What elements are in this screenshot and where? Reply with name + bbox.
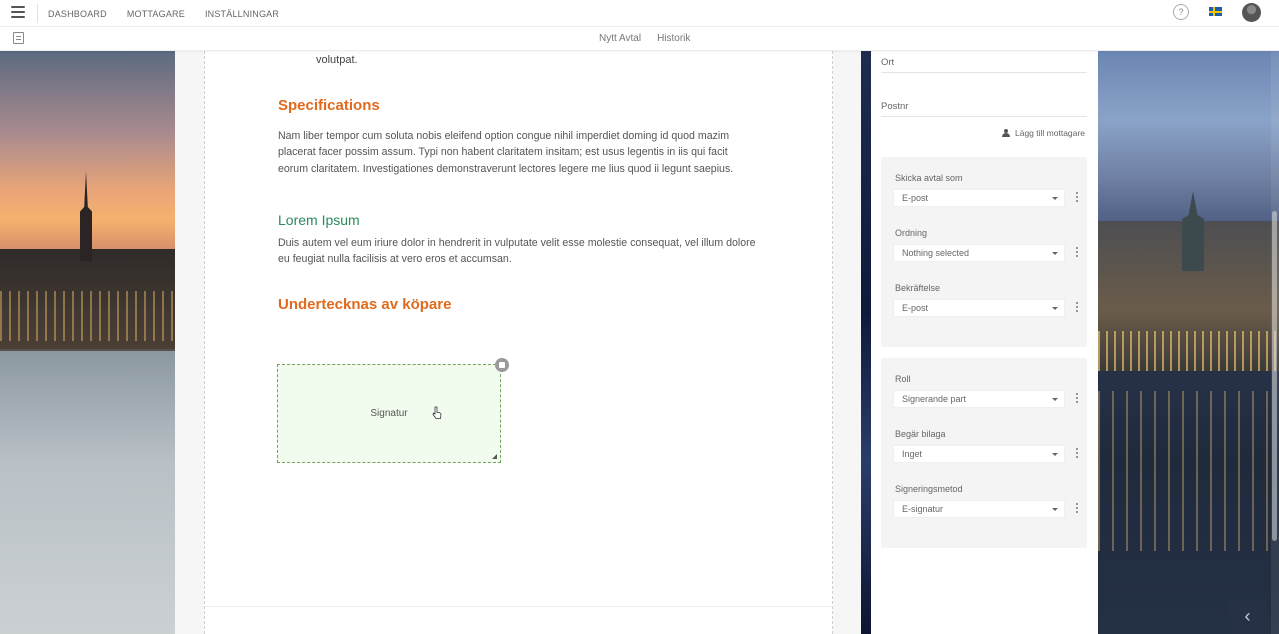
tower bbox=[1182, 191, 1204, 271]
caret-down-icon bbox=[1052, 252, 1058, 255]
page-footer-line bbox=[205, 606, 832, 607]
add-recipient-label: Lägg till mottagare bbox=[1015, 128, 1085, 138]
sub-toolbar: Nytt Avtal Historik bbox=[0, 27, 1279, 51]
church-spire bbox=[80, 171, 92, 261]
chevron-left-icon[interactable]: ‹ bbox=[1229, 600, 1266, 634]
signature-label: Signatur bbox=[370, 408, 408, 419]
help-icon[interactable]: ? bbox=[1173, 4, 1189, 20]
order-value: Nothing selected bbox=[902, 248, 970, 258]
signer-settings-card: Roll Signerande part Begär bilaga Inget … bbox=[881, 358, 1087, 548]
info-icon[interactable] bbox=[1074, 503, 1080, 515]
signature-field[interactable]: Signatur bbox=[277, 358, 509, 463]
divider bbox=[37, 4, 38, 23]
confirmation-label: Bekräftelse bbox=[895, 283, 941, 293]
lorem-text: Duis autem vel eum iriure dolor in hendr… bbox=[278, 237, 756, 266]
attachment-label: Begär bilaga bbox=[895, 429, 946, 439]
caret-down-icon bbox=[1052, 453, 1058, 456]
ort-label: Ort bbox=[881, 57, 895, 68]
role-label: Roll bbox=[895, 374, 911, 384]
attachment-select[interactable]: Inget bbox=[893, 445, 1065, 463]
confirmation-value: E-post bbox=[902, 303, 929, 313]
top-navbar: DASHBOARD MOTTAGARE INSTÄLLNINGAR ? bbox=[0, 0, 1279, 27]
order-label: Ordning bbox=[895, 228, 928, 238]
caret-down-icon bbox=[1052, 398, 1058, 401]
add-recipient-button[interactable]: Lägg till mottagare bbox=[1002, 128, 1085, 138]
role-value: Signerande part bbox=[902, 394, 967, 404]
trash-icon[interactable] bbox=[495, 358, 509, 372]
background-strip bbox=[861, 51, 871, 634]
info-icon[interactable] bbox=[1074, 448, 1080, 460]
sign-heading: Undertecknas av köpare bbox=[278, 296, 452, 313]
caret-down-icon bbox=[1052, 197, 1058, 200]
previous-paragraph-end: volutpat. bbox=[316, 54, 358, 66]
document-area: volutpat. Specifications Nam liber tempo… bbox=[175, 51, 861, 634]
user-icon bbox=[1002, 129, 1010, 137]
city-lights bbox=[0, 291, 175, 341]
info-icon[interactable] bbox=[1074, 302, 1080, 314]
pointer-cursor-icon bbox=[432, 406, 442, 419]
tab-historik[interactable]: Historik bbox=[657, 33, 690, 44]
postnr-input[interactable] bbox=[881, 116, 1087, 117]
city-lights bbox=[1098, 331, 1279, 371]
main-nav: DASHBOARD MOTTAGARE INSTÄLLNINGAR bbox=[48, 9, 279, 19]
signing-method-select[interactable]: E-signatur bbox=[893, 500, 1065, 518]
nav-installningar[interactable]: INSTÄLLNINGAR bbox=[205, 9, 279, 19]
nav-mottagare[interactable]: MOTTAGARE bbox=[127, 9, 185, 19]
caret-down-icon bbox=[1052, 508, 1058, 511]
attachment-value: Inget bbox=[902, 449, 923, 459]
city-background-left bbox=[0, 51, 175, 634]
water bbox=[0, 351, 175, 634]
ort-input[interactable] bbox=[881, 72, 1087, 73]
confirmation-select[interactable]: E-post bbox=[893, 299, 1065, 317]
signing-method-label: Signeringsmetod bbox=[895, 484, 963, 494]
tab-nytt-avtal[interactable]: Nytt Avtal bbox=[599, 33, 641, 44]
scrollbar[interactable] bbox=[1271, 51, 1279, 634]
postnr-label: Postnr bbox=[881, 101, 909, 112]
send-as-label: Skicka avtal som bbox=[895, 173, 963, 183]
info-icon[interactable] bbox=[1074, 393, 1080, 405]
nav-dashboard[interactable]: DASHBOARD bbox=[48, 9, 107, 19]
send-as-value: E-post bbox=[902, 193, 929, 203]
resize-icon[interactable] bbox=[492, 454, 497, 459]
send-as-select[interactable]: E-post bbox=[893, 189, 1065, 207]
city-background-right bbox=[1098, 51, 1279, 634]
hamburger-icon[interactable] bbox=[11, 6, 25, 18]
signing-method-value: E-signatur bbox=[902, 504, 944, 514]
info-icon[interactable] bbox=[1074, 247, 1080, 259]
caret-down-icon bbox=[1052, 307, 1058, 310]
document-page: volutpat. Specifications Nam liber tempo… bbox=[204, 51, 833, 634]
info-icon[interactable] bbox=[1074, 192, 1080, 204]
sub-nav: Nytt Avtal Historik bbox=[599, 33, 690, 44]
order-select[interactable]: Nothing selected bbox=[893, 244, 1065, 262]
recipient-panel: Ort Postnr Lägg till mottagare Skicka av… bbox=[871, 51, 1098, 634]
send-settings-card: Skicka avtal som E-post Ordning Nothing … bbox=[881, 157, 1087, 347]
water-reflection bbox=[1098, 391, 1279, 551]
avatar[interactable] bbox=[1242, 3, 1261, 22]
lorem-heading: Lorem Ipsum bbox=[278, 212, 360, 228]
specifications-text: Nam liber tempor cum soluta nobis eleife… bbox=[278, 130, 734, 175]
document-icon[interactable] bbox=[13, 32, 24, 44]
scrollbar-thumb[interactable] bbox=[1272, 211, 1277, 541]
role-select[interactable]: Signerande part bbox=[893, 390, 1065, 408]
swedish-flag-icon[interactable] bbox=[1209, 7, 1222, 16]
specifications-heading: Specifications bbox=[278, 97, 380, 114]
